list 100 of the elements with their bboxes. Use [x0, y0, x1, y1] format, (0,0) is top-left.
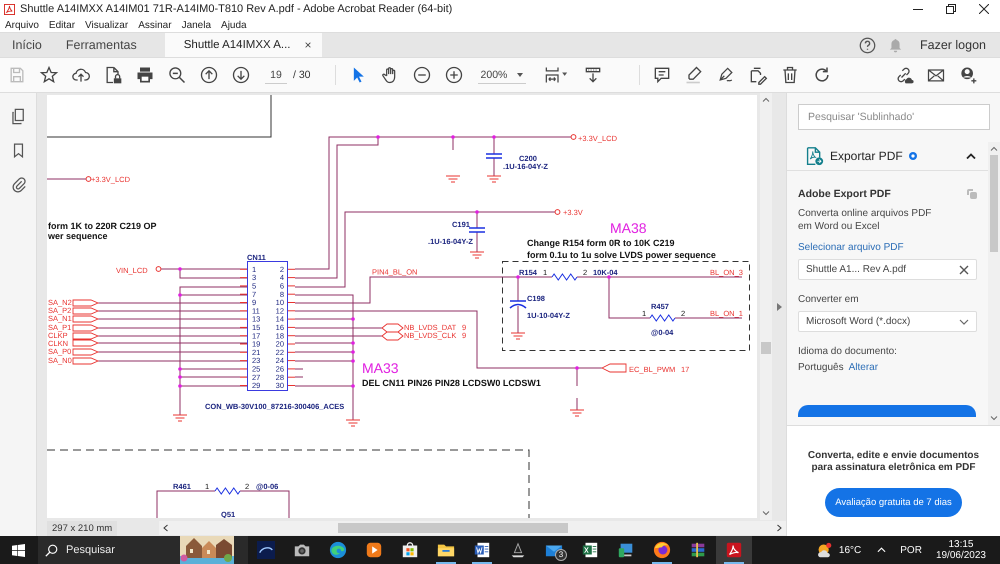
- vertical-scrollbar[interactable]: [760, 93, 772, 520]
- chevron-icon[interactable]: [966, 153, 976, 159]
- zoom-out-icon[interactable]: [167, 65, 187, 86]
- menu-item[interactable]: Arquivo: [5, 20, 39, 31]
- chevron-down-icon: [959, 316, 969, 326]
- tab[interactable]: Shuttle A14IMXX A... ×: [164, 33, 322, 58]
- highlighter-icon[interactable]: [684, 65, 704, 86]
- capacitor-symbol: [485, 153, 503, 159]
- menu-item[interactable]: Janela: [182, 20, 212, 31]
- port-arrow: [601, 364, 626, 372]
- port-arrow: [72, 348, 100, 356]
- page-number-field[interactable]: 19: [265, 66, 287, 84]
- note-text: form 0.1u to 1u solve LVDS power sequence: [527, 250, 716, 260]
- scroll-down-icon[interactable]: [990, 416, 998, 421]
- description-text: Converta online arquivos PDF em Word ou Excel: [798, 207, 932, 233]
- port-arrow: [72, 358, 100, 364]
- ground-icon: [510, 332, 526, 340]
- tv-app-icon: [257, 541, 275, 559]
- promo-text: Converta, edite e envie documentos para assinatura eletrônica em PDF: [806, 450, 980, 474]
- star-icon[interactable]: [39, 65, 59, 86]
- note-text: Change R154 form 0R to 10K C219: [527, 238, 675, 248]
- scroll-up-icon[interactable]: [762, 97, 770, 102]
- tab[interactable]: Ferramentas: [54, 33, 149, 58]
- search-input[interactable]: Pesquisar: [58, 543, 178, 557]
- resistor-symbol: [214, 487, 240, 495]
- scroll-left-icon[interactable]: [163, 524, 168, 532]
- running-indicator: [652, 562, 672, 564]
- comment-icon[interactable]: [652, 65, 672, 86]
- help-icon[interactable]: [858, 36, 876, 54]
- window-title: Shuttle A14IMXX A14IM01 71R-A14IM0-T810 Rev A.pdf - Adobe Acrobat Reader (64-bit): [20, 3, 452, 15]
- field-label: Converter em: [798, 294, 859, 305]
- taskbar-search-box[interactable]: Pesquisar: [38, 536, 248, 564]
- zoom-minus-icon[interactable]: [412, 65, 432, 86]
- scrollbar-thumb[interactable]: [338, 523, 568, 533]
- clock-time[interactable]: 13:15: [948, 539, 974, 550]
- devices-icon: [617, 541, 635, 559]
- menu-item[interactable]: Assinar: [138, 20, 172, 31]
- resistor-symbol: [552, 273, 578, 281]
- horizontal-scrollbar[interactable]: [159, 521, 786, 535]
- document-icon: [473, 541, 491, 559]
- edit-document-icon[interactable]: [748, 65, 768, 86]
- panel-scrollbar[interactable]: [988, 142, 1000, 425]
- zoom-dropdown[interactable]: 200%: [478, 66, 526, 84]
- menu-item[interactable]: Visualizar: [85, 20, 128, 31]
- pdf-app-icon: [4, 4, 15, 14]
- scroll-right-icon[interactable]: [777, 524, 782, 532]
- format-dropdown[interactable]: Microsoft Word (*.docx): [798, 311, 977, 332]
- tab[interactable]: Início: [0, 33, 54, 58]
- spreadsheet-icon: [581, 541, 599, 559]
- trial-button[interactable]: Avaliação gratuita de 7 dias: [825, 488, 962, 517]
- arrow-up-icon[interactable]: [199, 65, 219, 86]
- change-link[interactable]: Alterar: [848, 362, 878, 373]
- collapse-arrow-icon[interactable]: [776, 302, 782, 310]
- capacitor-symbol: [509, 300, 527, 309]
- note-text: form 1K to 220R C219 OP: [48, 221, 157, 231]
- running-indicator: [472, 562, 492, 564]
- port-arrow: [381, 324, 404, 332]
- zoom-plus-icon[interactable]: [444, 65, 464, 86]
- page-size-label: 297 x 210 mm: [47, 520, 118, 536]
- export-pdf-icon: [805, 146, 824, 166]
- clear-icon[interactable]: [959, 264, 969, 274]
- menu-item[interactable]: Editar: [48, 20, 76, 31]
- temperature-label[interactable]: 16°C: [838, 544, 862, 556]
- ground-icon: [172, 414, 188, 422]
- sign-in-button[interactable]: Fazer logon: [920, 33, 1000, 58]
- tab-close-button[interactable]: ×: [304, 38, 312, 52]
- scroll-up-icon[interactable]: [990, 146, 998, 151]
- language-value: Português: [798, 362, 844, 373]
- select-file-link[interactable]: Selecionar arquivo PDF: [798, 242, 904, 253]
- ground-icon: [570, 410, 584, 416]
- resistor-symbol: [650, 314, 676, 322]
- taskbar-app[interactable]: [716, 536, 752, 564]
- scroll-down-icon[interactable]: [762, 511, 770, 516]
- scrollbar-thumb[interactable]: [990, 155, 998, 252]
- running-indicator: [724, 562, 744, 564]
- scroll-mode-icon[interactable]: [583, 65, 604, 86]
- file-field[interactable]: Shuttle A1... Rev A.pdf: [798, 259, 977, 280]
- printer-icon[interactable]: [135, 65, 155, 86]
- play-icon: [365, 541, 383, 559]
- note-text: DEL CN11 PIN26 PIN28 LCDSW0 LCDSW1: [362, 378, 541, 388]
- clock-date[interactable]: 19/06/2023: [936, 550, 986, 561]
- close-icon: [978, 4, 988, 14]
- ground-icon: [486, 176, 502, 182]
- caret-icon: [517, 72, 524, 77]
- archive-icon: [689, 541, 707, 559]
- note-text: wer sequence: [48, 231, 108, 241]
- start-icon[interactable]: [12, 544, 25, 556]
- export-pdf-header[interactable]: Exportar PDF: [787, 142, 988, 171]
- language-indicator[interactable]: POR: [900, 544, 922, 556]
- menu-item[interactable]: Ajuda: [221, 20, 247, 31]
- weather-icon[interactable]: [816, 542, 833, 558]
- chevron-up-icon[interactable]: [877, 547, 886, 553]
- taskbar-app[interactable]: 3: [536, 536, 572, 564]
- scrollbar-thumb[interactable]: [761, 342, 771, 354]
- search-icon: [45, 544, 58, 556]
- ground-icon: [470, 252, 484, 258]
- search-field[interactable]: Pesquisar 'Sublinhado': [798, 104, 990, 130]
- arrow-down-icon[interactable]: [231, 65, 251, 86]
- port-arrow: [381, 332, 404, 340]
- marker-label: MA38: [610, 220, 647, 236]
